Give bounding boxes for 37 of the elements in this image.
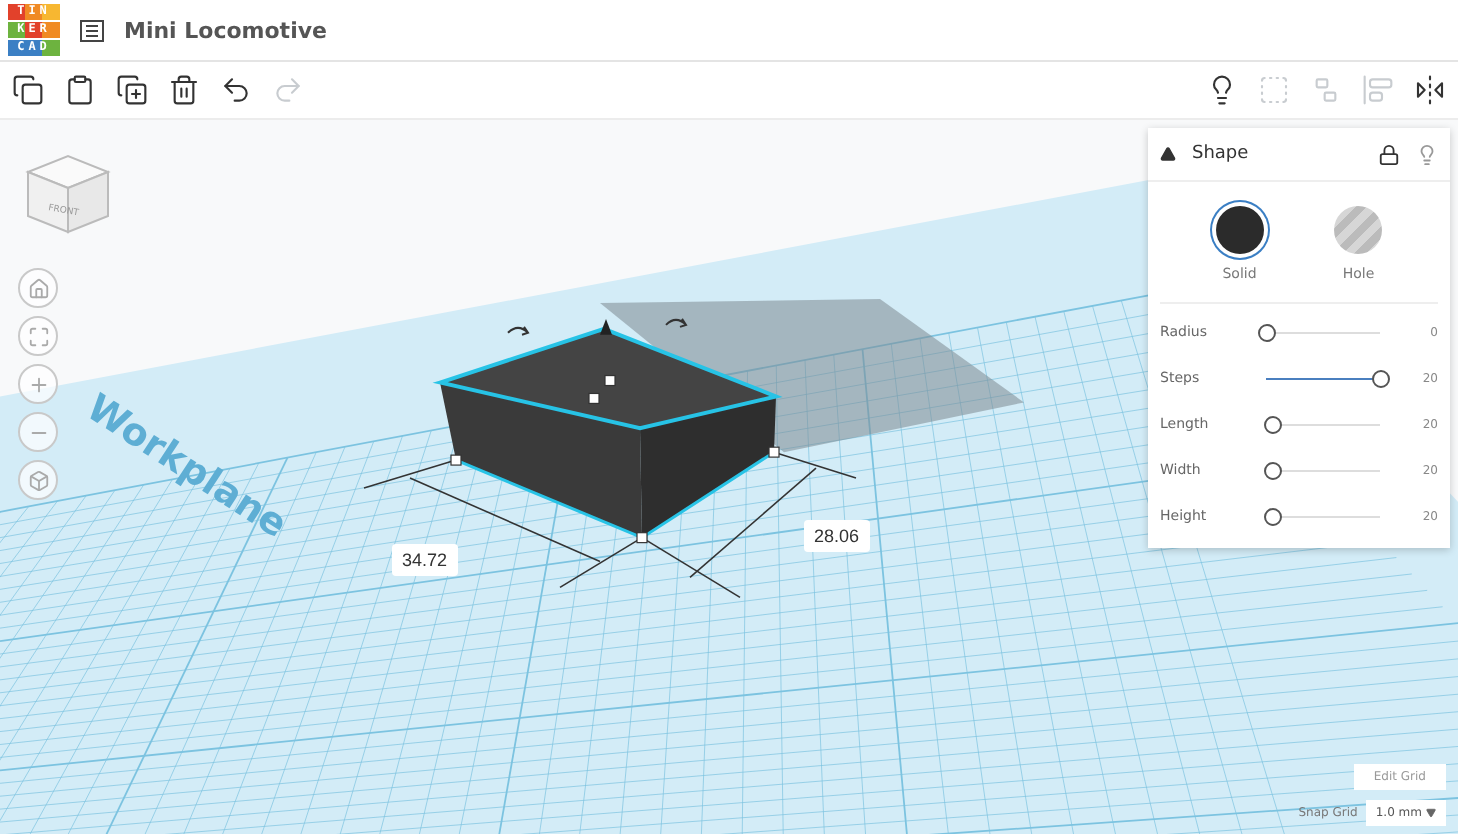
slider-thumb[interactable]	[1264, 415, 1283, 433]
slider-thumb[interactable]	[1372, 369, 1390, 387]
design-title[interactable]: Mini Locomotive	[124, 17, 327, 43]
group-icon	[1258, 74, 1290, 106]
list-icon[interactable]	[80, 19, 104, 41]
align-icon	[1362, 74, 1394, 106]
dimension-label[interactable]: 34.72	[392, 544, 458, 576]
mirror-icon	[1414, 74, 1446, 106]
ungroup-icon	[1310, 74, 1342, 106]
rotate-arrow-icon[interactable]	[665, 317, 687, 328]
resize-handle[interactable]	[450, 454, 462, 466]
slider-thumb[interactable]	[1264, 507, 1283, 525]
lightbulb-icon[interactable]	[1416, 143, 1438, 165]
copy-button[interactable]	[8, 70, 48, 110]
lock-icon[interactable]	[1378, 143, 1400, 165]
collapse-toggle-icon[interactable]	[1160, 146, 1176, 162]
copy-icon	[12, 74, 44, 106]
slider-thumb[interactable]	[1264, 461, 1283, 479]
resize-handle[interactable]	[768, 446, 780, 458]
rotate-arrow-icon[interactable]	[507, 325, 529, 336]
zoom-in-icon	[27, 373, 49, 395]
paste-icon	[64, 74, 96, 106]
perspective-icon	[27, 469, 49, 491]
undo-icon	[220, 74, 252, 106]
caret-icon	[1426, 808, 1436, 818]
duplicate-button[interactable]	[112, 70, 152, 110]
redo-icon	[272, 74, 304, 106]
dimension-label[interactable]: 28.06	[804, 520, 870, 552]
resize-handle[interactable]	[636, 532, 648, 544]
panel-title: Shape	[1192, 144, 1251, 164]
slider-thumb[interactable]	[1258, 323, 1276, 341]
delete-icon	[168, 74, 200, 106]
fit-icon	[27, 325, 49, 347]
lift-handle-icon[interactable]	[600, 318, 612, 335]
duplicate-icon	[116, 74, 148, 106]
box-shape[interactable]	[432, 326, 783, 540]
home-icon	[27, 277, 49, 299]
